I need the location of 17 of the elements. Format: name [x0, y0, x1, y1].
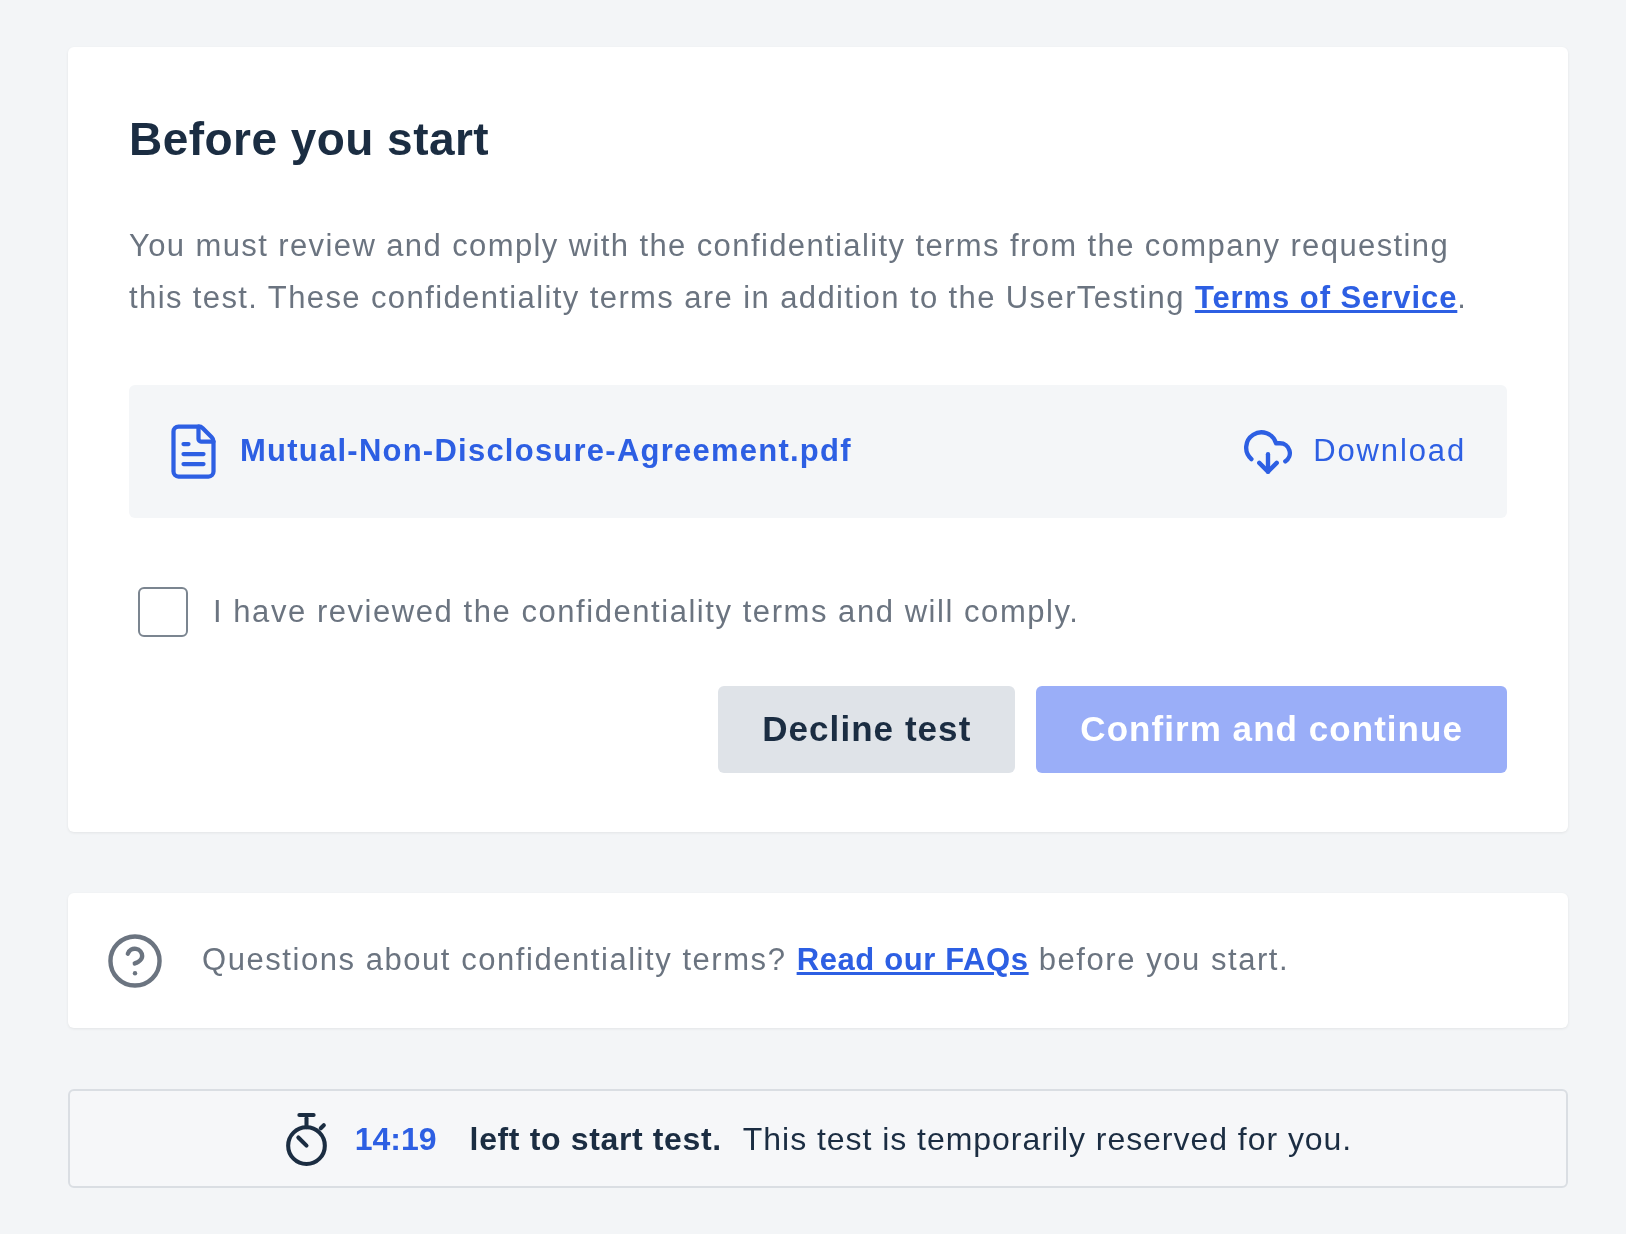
countdown-time: 14:19 [354, 1119, 437, 1159]
download-link[interactable]: Download [1244, 428, 1466, 475]
decline-button[interactable]: Decline test [718, 686, 1016, 773]
faq-text: Questions about confidentiality terms? Read our FAQs before you start. [202, 941, 1290, 980]
reservation-note: This test is temporarily reserved for you. [742, 1119, 1353, 1159]
checkbox[interactable] [138, 587, 188, 637]
cloud-download-icon [1244, 429, 1293, 474]
faqs-link[interactable]: Read our FAQs [796, 942, 1029, 978]
terms-link[interactable]: Terms of Service [1194, 280, 1458, 315]
timer-label: left to start test. [469, 1119, 722, 1159]
intro-text: You must review and comply with the confidentiality terms from the company requesting this test. These confidentiality terms are in addition to the UserTesting Terms of Service. [129, 227, 1469, 317]
agreement-label: I have reviewed the confidentiality terms and will comply. [213, 592, 1080, 631]
stopwatch-icon [283, 1111, 329, 1166]
help-icon [108, 933, 162, 988]
card-title: Before you start [129, 113, 491, 165]
document-icon [171, 424, 216, 479]
file-link[interactable]: Mutual-Non-Disclosure-Agreement.pdf [240, 428, 852, 475]
